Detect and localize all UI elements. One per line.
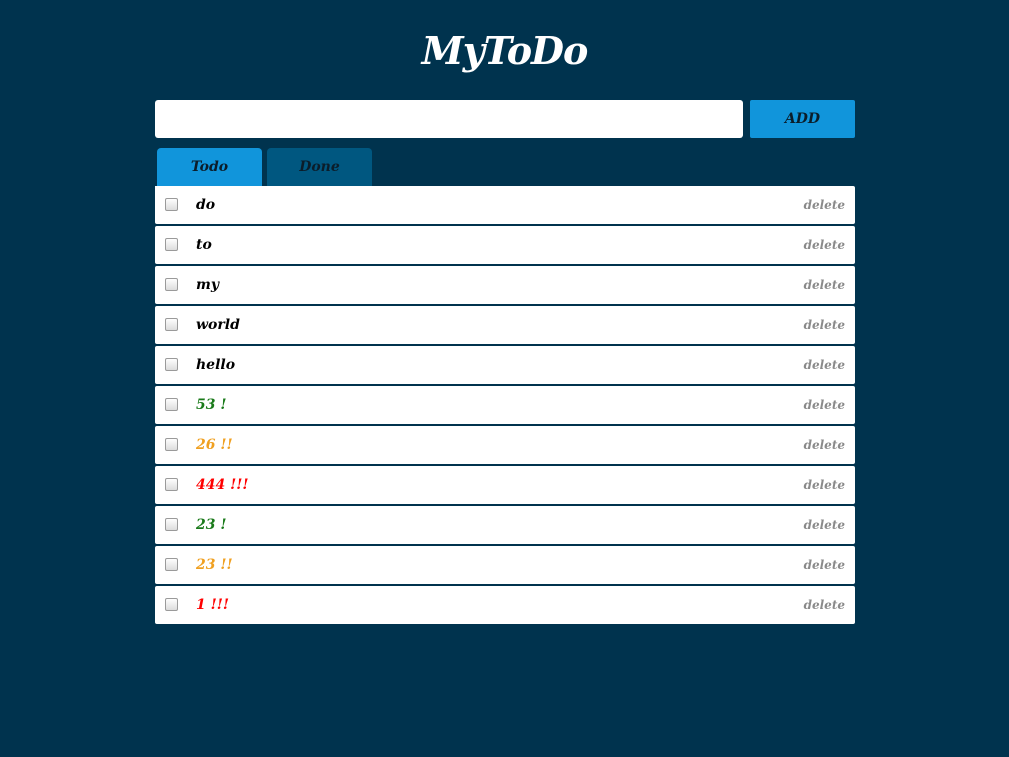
list-item: 444 !!! delete bbox=[155, 466, 855, 504]
task-text: 23 !! bbox=[196, 557, 233, 573]
list-item: to delete bbox=[155, 226, 855, 264]
app-title: MyToDo bbox=[421, 28, 589, 73]
task-text: world bbox=[196, 317, 240, 333]
delete-link[interactable]: delete bbox=[804, 266, 845, 304]
list-item: 26 !! delete bbox=[155, 426, 855, 464]
delete-link[interactable]: delete bbox=[804, 346, 845, 384]
task-checkbox[interactable] bbox=[165, 318, 178, 331]
task-text: 53 ! bbox=[196, 397, 227, 413]
task-checkbox[interactable] bbox=[165, 518, 178, 531]
task-text: do bbox=[196, 197, 216, 213]
task-text: my bbox=[196, 277, 219, 293]
delete-link[interactable]: delete bbox=[804, 306, 845, 344]
task-checkbox[interactable] bbox=[165, 598, 178, 611]
delete-link[interactable]: delete bbox=[804, 586, 845, 624]
task-checkbox[interactable] bbox=[165, 238, 178, 251]
task-checkbox[interactable] bbox=[165, 478, 178, 491]
task-text: to bbox=[196, 237, 212, 253]
delete-link[interactable]: delete bbox=[804, 186, 845, 224]
task-checkbox[interactable] bbox=[165, 358, 178, 371]
delete-link[interactable]: delete bbox=[804, 466, 845, 504]
task-text: 444 !!! bbox=[196, 477, 249, 493]
list-item: 1 !!! delete bbox=[155, 586, 855, 624]
tab-todo[interactable]: Todo bbox=[157, 148, 262, 186]
list-item: 53 ! delete bbox=[155, 386, 855, 424]
delete-link[interactable]: delete bbox=[804, 226, 845, 264]
task-checkbox[interactable] bbox=[165, 198, 178, 211]
delete-link[interactable]: delete bbox=[804, 506, 845, 544]
task-text: hello bbox=[196, 357, 236, 373]
task-checkbox[interactable] bbox=[165, 398, 178, 411]
list-item: 23 !! delete bbox=[155, 546, 855, 584]
task-checkbox[interactable] bbox=[165, 438, 178, 451]
task-text: 1 !!! bbox=[196, 597, 230, 613]
delete-link[interactable]: delete bbox=[804, 546, 845, 584]
add-button[interactable]: ADD bbox=[750, 100, 855, 138]
task-list: do delete to delete my delete world dele… bbox=[155, 186, 855, 626]
list-item: 23 ! delete bbox=[155, 506, 855, 544]
list-item: my delete bbox=[155, 266, 855, 304]
task-checkbox[interactable] bbox=[165, 278, 178, 291]
new-task-input[interactable] bbox=[155, 100, 743, 138]
list-item: hello delete bbox=[155, 346, 855, 384]
delete-link[interactable]: delete bbox=[804, 386, 845, 424]
task-text: 26 !! bbox=[196, 437, 233, 453]
list-item: world delete bbox=[155, 306, 855, 344]
task-checkbox[interactable] bbox=[165, 558, 178, 571]
add-row: ADD bbox=[155, 100, 855, 138]
task-text: 23 ! bbox=[196, 517, 227, 533]
app: MyToDo ADD Todo Done do delete to delete… bbox=[0, 0, 1009, 757]
tab-done[interactable]: Done bbox=[267, 148, 372, 186]
list-item: do delete bbox=[155, 186, 855, 224]
delete-link[interactable]: delete bbox=[804, 426, 845, 464]
